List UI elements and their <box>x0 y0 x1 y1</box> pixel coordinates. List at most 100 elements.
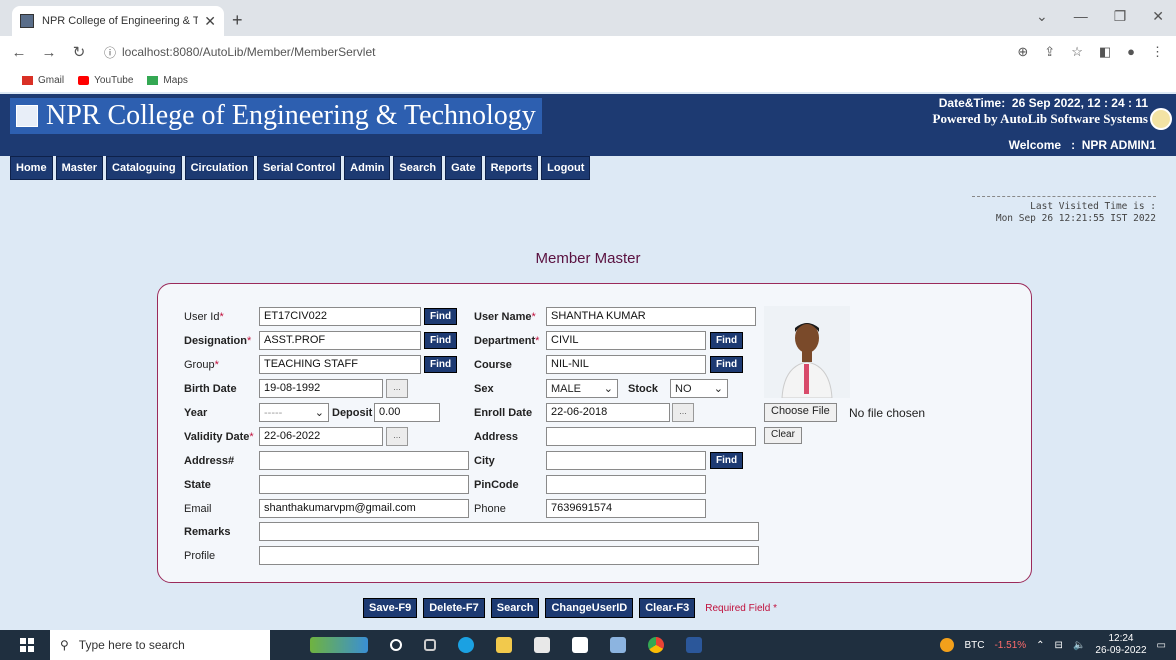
share-icon[interactable]: ⇪ <box>1044 44 1055 60</box>
year-label: Year <box>184 407 208 419</box>
group-input[interactable]: TEACHING STAFF <box>259 355 421 374</box>
tab-title: NPR College of Engineering & Te <box>42 15 199 27</box>
btc-label: BTC <box>964 639 985 651</box>
taskbar-search[interactable]: ⚲ Type here to search <box>50 630 270 660</box>
menu-search[interactable]: Search <box>393 156 443 180</box>
enroll-date-calendar-button[interactable]: ... <box>672 403 694 422</box>
stock-select[interactable]: NO ⌄ <box>670 379 728 398</box>
bookmark-maps[interactable]: Maps <box>147 75 188 86</box>
bookmark-youtube[interactable]: YouTube <box>78 75 133 86</box>
back-icon[interactable]: ← <box>8 44 30 61</box>
validity-date-calendar-button[interactable]: ... <box>386 427 408 446</box>
menu-home[interactable]: Home <box>10 156 53 180</box>
browser-menu-icon[interactable]: ⋮ <box>1151 44 1164 60</box>
menu-cataloguing[interactable]: Cataloguing <box>106 156 182 180</box>
email-input[interactable]: shanthakumarvpm@gmail.com <box>259 499 469 518</box>
delete-button[interactable]: Delete-F7 <box>423 598 485 618</box>
windows-start-icon[interactable] <box>20 638 34 652</box>
year-select[interactable]: ----- ⌄ <box>259 403 329 422</box>
course-find-button[interactable]: Find <box>710 356 744 373</box>
powered-by: Powered by AutoLib Software Systems <box>932 111 1148 126</box>
enroll-date-input[interactable]: 22-06-2018 <box>546 403 670 422</box>
search-button[interactable]: Search <box>490 598 540 618</box>
sidepanel-icon[interactable]: ◧ <box>1099 44 1111 60</box>
city-input[interactable] <box>546 451 706 470</box>
zoom-icon[interactable]: ⊕ <box>1017 44 1028 60</box>
file-explorer-icon[interactable] <box>496 637 512 653</box>
browser-tab[interactable]: NPR College of Engineering & Te ✕ <box>12 6 224 36</box>
forward-icon[interactable]: → <box>38 44 60 61</box>
volume-icon[interactable]: 🔈 <box>1073 640 1085 651</box>
pincode-input[interactable] <box>546 475 706 494</box>
remarks-input[interactable] <box>259 522 759 541</box>
address-hash-input[interactable] <box>259 451 469 470</box>
bookmark-gmail[interactable]: Gmail <box>22 75 64 86</box>
group-find-button[interactable]: Find <box>424 356 458 373</box>
menu-gate[interactable]: Gate <box>445 156 482 180</box>
reload-icon[interactable]: ↻ <box>68 43 90 61</box>
clear-button[interactable]: Clear-F3 <box>639 598 696 618</box>
notification-icon[interactable]: ▭ <box>1157 640 1166 651</box>
college-logo-icon <box>16 105 38 127</box>
change-user-id-button[interactable]: ChangeUserID <box>545 598 634 618</box>
restore-icon[interactable]: ❐ <box>1114 8 1127 25</box>
close-window-icon[interactable]: ✕ <box>1152 8 1164 25</box>
state-input[interactable] <box>259 475 469 494</box>
birth-date-calendar-button[interactable]: ... <box>386 379 408 398</box>
bookmark-star-icon[interactable]: ☆ <box>1071 44 1083 60</box>
tab-close-icon[interactable]: ✕ <box>204 13 216 30</box>
sex-select[interactable]: MALE ⌄ <box>546 379 618 398</box>
menu-reports[interactable]: Reports <box>484 156 539 180</box>
designation-find-button[interactable]: Find <box>424 332 458 349</box>
header-title-block: NPR College of Engineering & Technology <box>10 98 542 134</box>
save-button[interactable]: Save-F9 <box>363 598 418 618</box>
chrome-icon[interactable] <box>648 637 664 653</box>
bitcoin-icon <box>940 638 955 652</box>
user-id-input[interactable]: ET17CIV022 <box>259 307 421 326</box>
birth-date-input[interactable]: 19-08-1992 <box>259 379 383 398</box>
new-tab-button[interactable]: + <box>232 10 243 31</box>
deposit-input[interactable]: 0.00 <box>374 403 440 422</box>
weather-widget-icon[interactable] <box>310 637 368 653</box>
birth-date-label: Birth Date <box>184 383 237 395</box>
minimize-icon[interactable]: — <box>1074 8 1088 25</box>
city-find-button[interactable]: Find <box>710 452 744 469</box>
cortana-icon[interactable] <box>390 639 402 651</box>
department-find-button[interactable]: Find <box>710 332 744 349</box>
tray-chevron-icon[interactable]: ⌃ <box>1036 640 1044 651</box>
taskbar-clock[interactable]: 12:24 26-09-2022 <box>1095 633 1146 657</box>
menu-serial-control[interactable]: Serial Control <box>257 156 342 180</box>
choose-file-button[interactable]: Choose File <box>764 403 837 422</box>
user-name-input[interactable]: SHANTHA KUMAR <box>546 307 756 326</box>
menu-circulation[interactable]: Circulation <box>184 156 255 180</box>
profile-icon[interactable]: ● <box>1127 44 1135 60</box>
menu-logout[interactable]: Logout <box>541 156 591 180</box>
photos-icon[interactable] <box>610 637 626 653</box>
course-label: Course <box>474 359 512 371</box>
designation-input[interactable]: ASST.PROF <box>259 331 421 350</box>
task-view-icon[interactable] <box>424 639 436 651</box>
menu-admin[interactable]: Admin <box>344 156 391 180</box>
validity-date-input[interactable]: 22-06-2022 <box>259 427 383 446</box>
validity-date-label: Validity Date* <box>184 431 254 443</box>
word-icon[interactable] <box>686 637 702 653</box>
tab-search-icon[interactable]: ⌄ <box>1036 8 1048 25</box>
user-id-find-button[interactable]: Find <box>424 308 458 325</box>
user-name-label: User Name* <box>474 311 536 323</box>
clear-photo-button[interactable]: Clear <box>764 427 802 444</box>
course-input[interactable]: NIL-NIL <box>546 355 706 374</box>
designation-label: Designation* <box>184 335 252 347</box>
address-bar-actions: ⊕ ⇪ ☆ ◧ ● ⋮ <box>1017 44 1164 60</box>
menu-master[interactable]: Master <box>55 156 104 180</box>
phone-input[interactable]: 7639691574 <box>546 499 706 518</box>
mail-icon[interactable] <box>572 637 588 653</box>
department-input[interactable]: CIVIL <box>546 331 706 350</box>
required-field-note: Required Field * <box>705 602 777 614</box>
info-icon[interactable]: ⓘ <box>104 44 116 61</box>
network-icon[interactable]: ⊟ <box>1055 640 1063 651</box>
edge-icon[interactable] <box>458 637 474 653</box>
store-icon[interactable] <box>534 637 550 653</box>
address-input[interactable] <box>546 427 756 446</box>
url-field[interactable]: ⓘ localhost:8080/AutoLib/Member/MemberSe… <box>104 44 375 61</box>
profile-input[interactable] <box>259 546 759 565</box>
